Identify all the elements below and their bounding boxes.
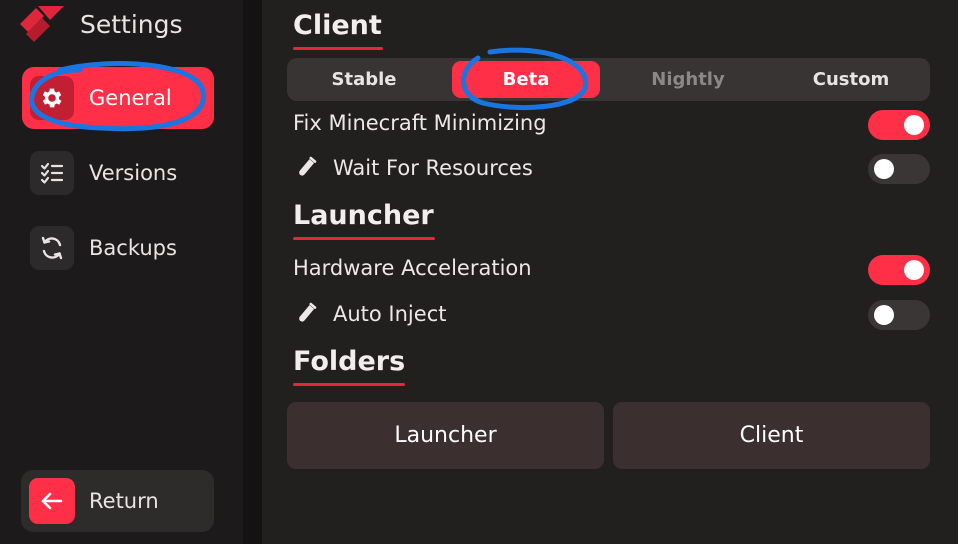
toggle-knob <box>904 260 924 280</box>
test-tube-icon <box>299 156 317 176</box>
setting-hardware-acceleration: Hardware Acceleration <box>293 253 930 285</box>
setting-label: Hardware Acceleration <box>293 256 532 280</box>
toggle-knob <box>904 115 924 135</box>
section-underline <box>293 237 435 240</box>
setting-auto-inject: Auto Inject <box>293 298 930 330</box>
channel-nightly[interactable]: Nightly <box>614 61 762 98</box>
channel-stable[interactable]: Stable <box>290 61 438 98</box>
arrow-left-icon <box>29 478 75 524</box>
toggle-knob <box>874 159 894 179</box>
gear-icon <box>30 76 74 120</box>
sidebar-item-versions[interactable]: Versions <box>22 142 214 204</box>
sidebar: Settings General Versions Backups Return <box>0 0 243 544</box>
open-client-folder-button[interactable]: Client <box>613 402 930 469</box>
sidebar-item-label: General <box>89 86 172 110</box>
section-title-launcher: Launcher <box>293 200 434 231</box>
toggle-hardware-acceleration[interactable] <box>868 255 930 285</box>
toggle-knob <box>874 305 894 325</box>
sidebar-item-label: Versions <box>89 161 178 185</box>
section-title-client: Client <box>293 10 382 41</box>
settings-panel: Client Stable Beta Nightly Custom Fix Mi… <box>262 0 958 544</box>
return-label: Return <box>89 489 159 513</box>
sidebar-item-backups[interactable]: Backups <box>22 217 214 279</box>
test-tube-icon <box>299 302 317 322</box>
section-underline <box>293 47 383 50</box>
open-launcher-folder-button[interactable]: Launcher <box>287 402 604 469</box>
setting-wait-for-resources: Wait For Resources <box>293 152 930 184</box>
release-channel-selector: Stable Beta Nightly Custom <box>287 58 930 101</box>
setting-label: Fix Minecraft Minimizing <box>293 111 547 135</box>
setting-label: Wait For Resources <box>333 156 533 180</box>
setting-fix-minecraft-minimizing: Fix Minecraft Minimizing <box>293 108 930 140</box>
channel-custom[interactable]: Custom <box>777 61 925 98</box>
toggle-wait-for-resources[interactable] <box>868 154 930 184</box>
sidebar-item-general[interactable]: General <box>22 67 214 129</box>
sidebar-item-label: Backups <box>89 236 177 260</box>
app-logo <box>20 6 64 42</box>
section-underline <box>293 383 405 386</box>
toggle-auto-inject[interactable] <box>868 300 930 330</box>
return-button[interactable]: Return <box>21 470 214 532</box>
toggle-fix-minecraft-minimizing[interactable] <box>868 110 930 140</box>
setting-label: Auto Inject <box>333 302 447 326</box>
refresh-icon <box>30 226 74 270</box>
channel-beta[interactable]: Beta <box>452 61 600 98</box>
app-title: Settings <box>80 10 183 39</box>
panel-divider <box>243 0 262 544</box>
section-title-folders: Folders <box>293 346 406 377</box>
checklist-icon <box>30 151 74 195</box>
